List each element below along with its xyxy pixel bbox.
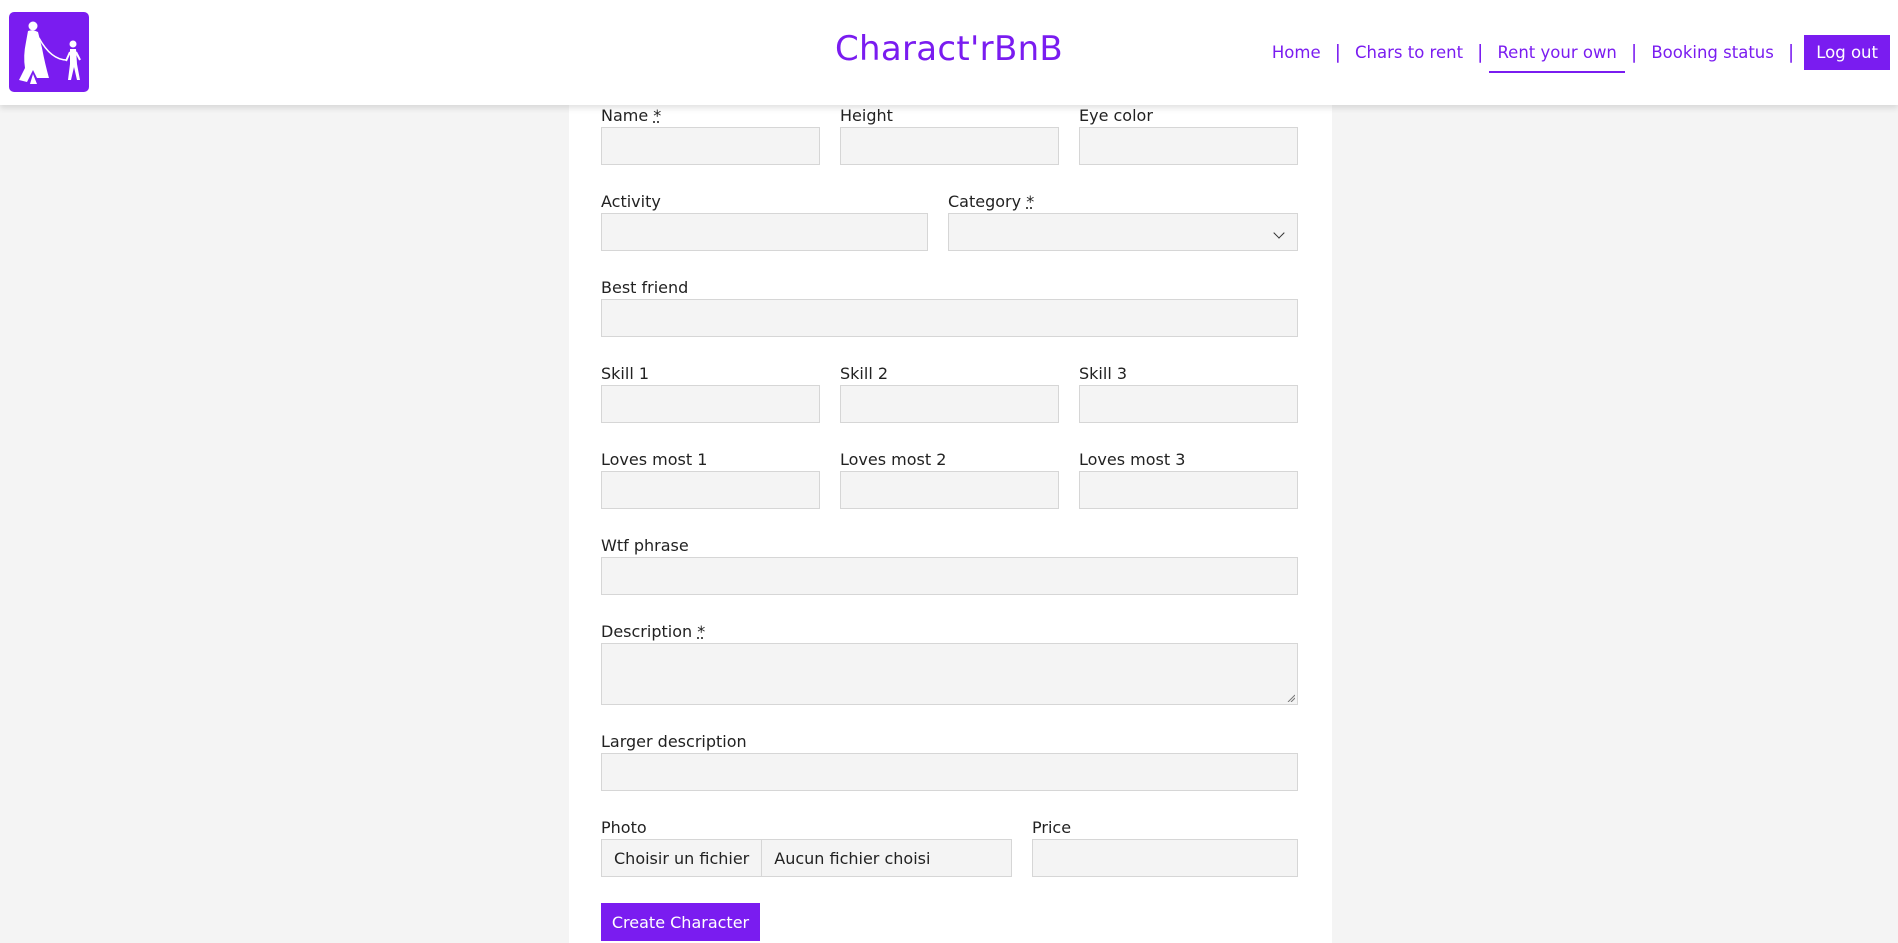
description-label: Description (601, 622, 693, 641)
larger-description-field: Larger description (601, 732, 1298, 802)
larger-description-input[interactable] (601, 753, 1298, 791)
loves-most-3-label: Loves most 3 (1079, 450, 1186, 469)
best-friend-label: Best friend (601, 278, 689, 297)
eye-color-input[interactable] (1079, 127, 1298, 165)
resize-handle-icon[interactable] (1287, 694, 1295, 702)
name-field: Name * (601, 106, 820, 176)
height-field: Height (840, 106, 1059, 176)
photo-field: Photo Choisir un fichier Aucun fichier c… (601, 818, 1012, 888)
skill-3-field: Skill 3 (1079, 364, 1298, 434)
skill-3-label: Skill 3 (1079, 364, 1128, 383)
name-input[interactable] (601, 127, 820, 165)
description-textarea[interactable] (601, 643, 1298, 705)
loves-most-3-field: Loves most 3 (1079, 450, 1298, 520)
loves-most-2-field: Loves most 2 (840, 450, 1059, 520)
wtf-phrase-label: Wtf phrase (601, 536, 689, 555)
choose-file-button[interactable]: Choisir un fichier (602, 840, 763, 876)
eye-color-label: Eye color (1079, 106, 1153, 125)
loves-most-1-field: Loves most 1 (601, 450, 820, 520)
skill-3-input[interactable] (1079, 385, 1298, 423)
skill-1-field: Skill 1 (601, 364, 820, 434)
name-label: Name (601, 106, 649, 125)
nav-separator: | (1477, 41, 1484, 63)
main-nav: Home | Chars to rent | Rent your own | B… (1264, 33, 1890, 73)
loves-most-1-input[interactable] (601, 471, 820, 509)
nav-home[interactable]: Home (1264, 37, 1329, 68)
loves-most-3-input[interactable] (1079, 471, 1298, 509)
top-navbar: Charact'rBnB Home | Chars to rent | Rent… (0, 0, 1898, 105)
category-label: Category (948, 192, 1022, 211)
required-marker: * (697, 622, 706, 641)
skill-1-input[interactable] (601, 385, 820, 423)
loves-most-1-label: Loves most 1 (601, 450, 708, 469)
price-label: Price (1032, 818, 1072, 837)
nav-rent-your-own[interactable]: Rent your own (1489, 37, 1626, 73)
skill-2-label: Skill 2 (840, 364, 889, 383)
category-select[interactable] (948, 213, 1298, 251)
nav-chars-to-rent[interactable]: Chars to rent (1347, 37, 1471, 68)
activity-field: Activity (601, 192, 928, 262)
activity-input[interactable] (601, 213, 928, 251)
photo-file-input[interactable]: Choisir un fichier Aucun fichier choisi (601, 839, 1012, 877)
photo-label: Photo (601, 818, 647, 837)
best-friend-field: Best friend (601, 278, 1298, 348)
category-field: Category * (948, 192, 1298, 262)
nav-separator: | (1630, 41, 1638, 63)
eye-color-field: Eye color (1079, 106, 1298, 176)
loves-most-2-label: Loves most 2 (840, 450, 947, 469)
best-friend-input[interactable] (601, 299, 1298, 337)
activity-label: Activity (601, 192, 661, 211)
skill-2-input[interactable] (840, 385, 1059, 423)
skill-1-label: Skill 1 (601, 364, 650, 383)
required-marker: * (1026, 192, 1035, 211)
nav-separator: | (1787, 41, 1795, 63)
description-field: Description * (601, 622, 1298, 716)
wtf-phrase-field: Wtf phrase (601, 536, 1298, 606)
price-field: Price (1032, 818, 1298, 888)
required-marker: * (653, 106, 662, 125)
chevron-down-icon (1273, 227, 1285, 239)
wtf-phrase-input[interactable] (601, 557, 1298, 595)
loves-most-2-input[interactable] (840, 471, 1059, 509)
height-input[interactable] (840, 127, 1059, 165)
file-status-text: Aucun fichier choisi (774, 848, 931, 868)
nav-separator: | (1334, 41, 1342, 63)
create-character-button[interactable]: Create Character (601, 903, 760, 941)
larger-description-label: Larger description (601, 732, 747, 751)
logout-button[interactable]: Log out (1804, 34, 1890, 70)
skill-2-field: Skill 2 (840, 364, 1059, 434)
price-input[interactable] (1032, 839, 1298, 877)
nav-booking-status[interactable]: Booking status (1643, 37, 1782, 68)
height-label: Height (840, 106, 893, 125)
